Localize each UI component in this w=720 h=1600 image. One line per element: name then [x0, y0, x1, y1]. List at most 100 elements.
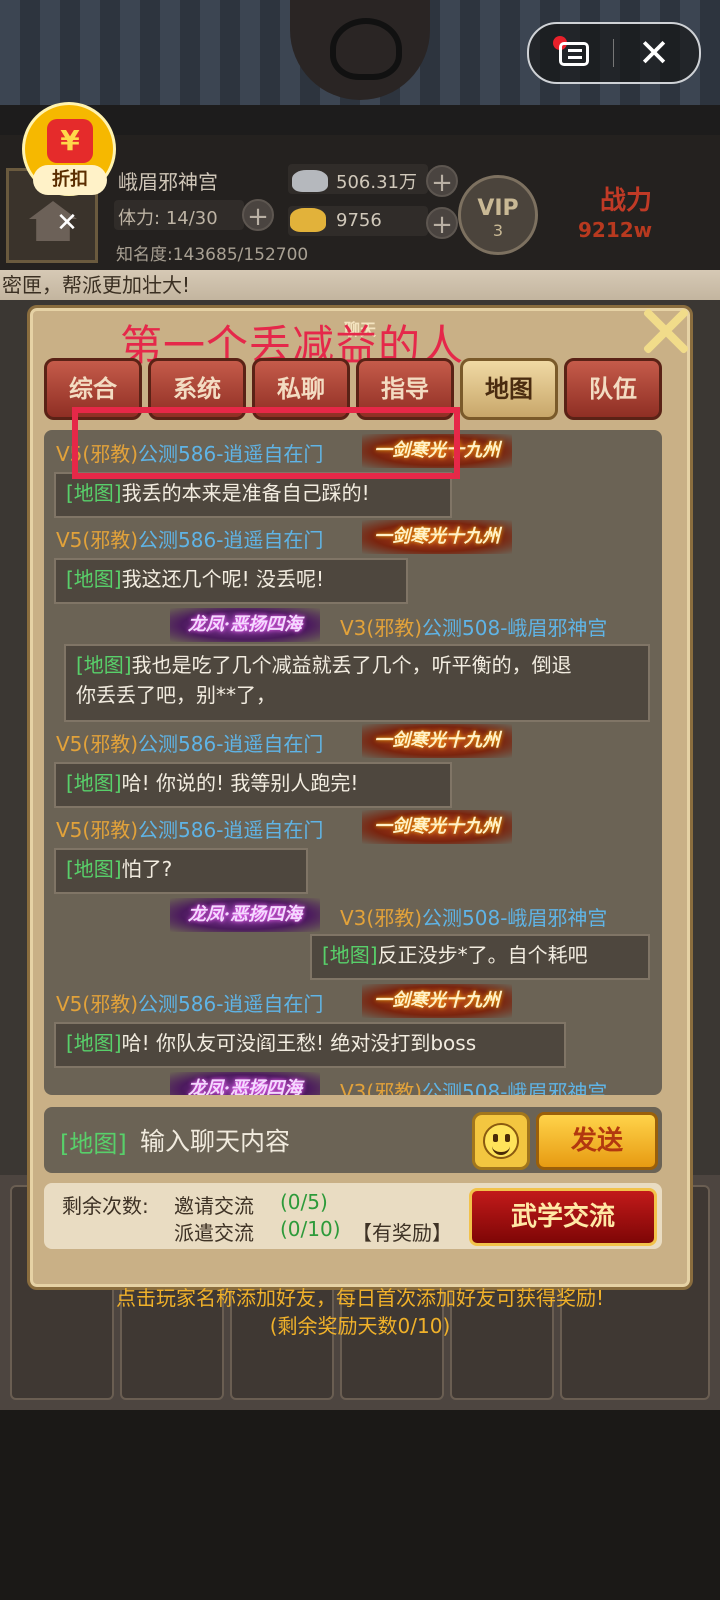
- send-button[interactable]: 发送: [536, 1112, 658, 1170]
- bottom-letterbox: [0, 1410, 720, 1600]
- gold-ingot-icon: [290, 208, 326, 232]
- title-badge: 一剑寒光十九州: [362, 724, 512, 758]
- sender-vip: V3: [340, 1080, 367, 1095]
- fame-text: 知名度:143685/152700: [116, 240, 308, 265]
- message-header: V5(邪教)公测586-逍遥自在门: [56, 728, 323, 757]
- sender-sect: (邪教): [366, 1080, 423, 1095]
- message-bubble: [地图]我这还几个呢! 没丢呢!: [54, 558, 408, 604]
- avatar-close-icon[interactable]: ✕: [52, 208, 82, 238]
- sender-vip: V5: [56, 818, 83, 842]
- sender-name[interactable]: 公测586-逍遥自在门: [138, 818, 323, 842]
- title-badge: 一剑寒光十九州: [362, 520, 512, 554]
- message-header: V3(邪教)公测508-峨眉邪神宫: [340, 902, 607, 931]
- message-header: V3(邪教)公测508-峨眉邪神宫: [340, 612, 607, 641]
- sender-name[interactable]: 公测586-逍遥自在门: [138, 528, 323, 552]
- reward-label: 【有奖励】: [352, 1221, 452, 1245]
- gold-plus-button[interactable]: +: [426, 207, 458, 240]
- sender-vip: V5: [56, 992, 83, 1016]
- message-bubble: [地图]我也是吃了几个减益就丢了几个，听平衡的，倒退 你丢丢了吧，别**了，: [64, 644, 650, 722]
- sender-name[interactable]: 公测508-峨眉邪神宫: [422, 616, 607, 640]
- message-bubble: [地图]哈! 你队友可没阎王愁! 绝对没打到boss: [54, 1022, 566, 1068]
- sender-sect: (邪教): [82, 528, 139, 552]
- vip-level: 3: [492, 221, 504, 240]
- sender-sect: (邪教): [82, 992, 139, 1016]
- channel-tag: [地图]: [66, 857, 122, 881]
- sender-sect: (邪教): [366, 616, 423, 640]
- title-badge: 龙凤·恶扬四海: [170, 1072, 320, 1095]
- power-label: 战力: [600, 186, 653, 216]
- sender-sect: (邪教): [366, 906, 423, 930]
- capsule-divider: [613, 39, 614, 67]
- menu-bars: [559, 42, 589, 66]
- message-text: 哈! 你队友可没阎王愁! 绝对没打到boss: [121, 1031, 477, 1055]
- menu-icon[interactable]: [551, 36, 595, 70]
- message-text-line2: 你丢丢了吧，别**了，: [76, 683, 276, 707]
- channel-tag: [地图]: [66, 771, 122, 795]
- sender-sect: (邪教): [82, 732, 139, 756]
- discount-label: 折扣: [33, 165, 107, 195]
- dispatch-exchange-count: (0/10): [280, 1217, 341, 1241]
- channel-tag: [地图]: [66, 481, 122, 505]
- discount-button[interactable]: ¥ 折扣: [22, 102, 116, 196]
- vip-badge[interactable]: VIP 3: [458, 175, 538, 255]
- invite-exchange-label: 邀请交流: [174, 1194, 254, 1218]
- message-bubble: [地图]哈! 你说的! 我等别人跑完!: [54, 762, 452, 808]
- title-badge: 一剑寒光十九州: [362, 810, 512, 844]
- message-header: V5(邪教)公测586-逍遥自在门: [56, 814, 323, 843]
- sender-vip: V3: [340, 616, 367, 640]
- notice-marquee: 密匣，帮派更加壮大!: [0, 270, 720, 300]
- silver-ingot-icon: [292, 170, 328, 192]
- message-bubble: [地图]怕了?: [54, 848, 308, 894]
- title-badge: 一剑寒光十九州: [362, 984, 512, 1018]
- chat-message-list[interactable]: V5(邪教)公测586-逍遥自在门 一剑寒光十九州 [地图]我丢的本来是准备自己…: [44, 430, 662, 1095]
- message-text-line1: 我也是吃了几个减益就丢了几个，听平衡的，倒退: [131, 653, 572, 677]
- message-text: 我丢的本来是准备自己踩的!: [121, 481, 370, 505]
- tab-map[interactable]: 地图: [460, 358, 558, 420]
- sender-name[interactable]: 公测586-逍遥自在门: [138, 992, 323, 1016]
- red-envelope-icon: ¥: [47, 119, 93, 163]
- message-bubble: [地图]反正没步*了。自个耗吧: [310, 934, 650, 980]
- dispatch-exchange-label: 派遣交流: [174, 1221, 254, 1245]
- stamina-plus-button[interactable]: +: [242, 199, 274, 232]
- martial-exchange-button[interactable]: 武学交流: [469, 1188, 657, 1246]
- sender-sect: (邪教): [82, 818, 139, 842]
- message-text: 怕了?: [121, 857, 173, 881]
- vip-label: VIP: [477, 196, 519, 221]
- sender-name[interactable]: 公测508-峨眉邪神宫: [422, 1080, 607, 1095]
- invite-exchange-count: (0/5): [280, 1190, 328, 1214]
- title-badge: 龙凤·恶扬四海: [170, 608, 320, 642]
- silver-plus-button[interactable]: +: [426, 165, 458, 198]
- sender-name[interactable]: 公测586-逍遥自在门: [138, 732, 323, 756]
- mini-program-capsule: ✕: [527, 22, 701, 84]
- remaining-count-label: 剩余次数:: [62, 1194, 149, 1218]
- emoji-button[interactable]: [472, 1112, 530, 1170]
- panel-close-icon[interactable]: [636, 300, 696, 360]
- message-text: 反正没步*了。自个耗吧: [377, 943, 588, 967]
- tip-line-1: 点击玩家名称添加好友，每日首次添加好友可获得奖励!: [115, 1286, 605, 1310]
- sender-vip: V5: [56, 732, 83, 756]
- message-header: V5(邪教)公测586-逍遥自在门: [56, 524, 323, 553]
- sender-name[interactable]: 公测508-峨眉邪神宫: [422, 906, 607, 930]
- chat-input-placeholder[interactable]: 输入聊天内容: [140, 1122, 290, 1158]
- message-header: V5(邪教)公测586-逍遥自在门: [56, 988, 323, 1017]
- channel-tag: [地图]: [66, 567, 122, 591]
- message-text: 我这还几个呢! 没丢呢!: [121, 567, 325, 591]
- channel-tag: [地图]: [76, 653, 132, 677]
- channel-tag: [地图]: [66, 1031, 122, 1055]
- stamina-value: 14/30: [165, 208, 218, 229]
- tab-team[interactable]: 队伍: [564, 358, 662, 420]
- message-text: 哈! 你说的! 我等别人跑完!: [121, 771, 359, 795]
- silver-amount: 506.31万: [336, 172, 417, 193]
- highlight-annotation-box: [72, 407, 460, 479]
- sender-vip: V5: [56, 528, 83, 552]
- power-value: 9212w: [578, 218, 653, 242]
- close-icon[interactable]: ✕: [629, 30, 679, 76]
- fame-value: 143685/152700: [172, 245, 309, 265]
- channel-tag: [地图]: [322, 943, 378, 967]
- stamina-text: 体力: 14/30: [118, 204, 218, 230]
- smiley-icon: [483, 1123, 519, 1159]
- tip-line-2: (剩余奖励天数0/10): [269, 1314, 451, 1338]
- gold-amount: 9756: [336, 210, 382, 231]
- title-badge: 龙凤·恶扬四海: [170, 898, 320, 932]
- player-name: 峨眉邪神宫: [118, 170, 218, 194]
